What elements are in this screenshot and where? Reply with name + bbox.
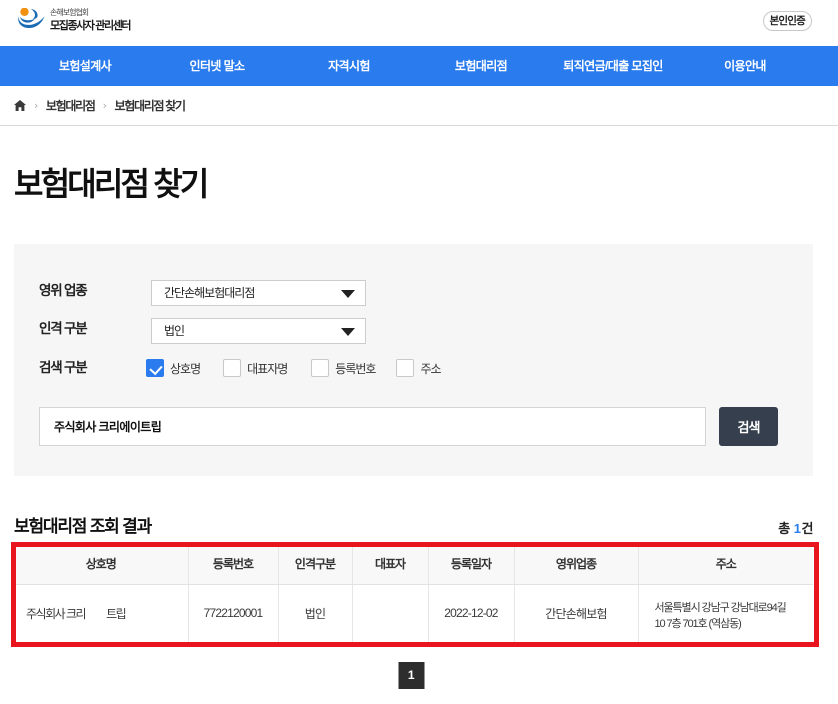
checkbox-company-name-label[interactable]: 상호명: [170, 360, 200, 377]
home-icon[interactable]: [14, 100, 26, 111]
checkbox-registration-number[interactable]: [311, 359, 329, 377]
cell-registration-number: 7722120001: [188, 584, 278, 642]
checkbox-company-name[interactable]: [146, 359, 164, 377]
checkbox-representative-name[interactable]: [223, 359, 241, 377]
address-line2: 10 7층 701호 (역삼동): [655, 617, 814, 633]
entity-type-select[interactable]: 법인: [151, 318, 366, 344]
checkbox-address-label[interactable]: 주소: [420, 360, 440, 377]
search-form-panel: 영위 업종 간단손해보험대리점 인격 구분 법인 검색 구분 상호명 대표자명 …: [14, 244, 813, 476]
breadcrumb-level1[interactable]: 보험대리점: [46, 97, 95, 114]
table-row[interactable]: 주식회사 크리 트립 7722120001 법인 2022-12-02 간단손해…: [14, 584, 813, 642]
identity-verification-button[interactable]: 본인인증: [763, 11, 812, 31]
col-header-entity-type: 인격구분: [278, 544, 352, 584]
business-type-select[interactable]: 간단손해보험대리점: [151, 280, 366, 306]
nav-item-internet-cancel[interactable]: 인터넷 말소: [151, 46, 283, 86]
table-header-row: 상호명 등록번호 인격구분 대표자 등록일자 영위업종 주소: [14, 544, 813, 584]
results-count-suffix: 건: [802, 521, 813, 536]
results-count-prefix: 총: [778, 521, 789, 536]
cell-representative: [352, 584, 428, 642]
site-header: 손해보험협회 모집종사자 관리센터 본인인증: [0, 0, 838, 46]
page-title: 보험대리점 찾기: [14, 165, 813, 203]
entity-type-label: 인격 구분: [39, 321, 86, 336]
col-header-business-type: 영위업종: [514, 544, 638, 584]
breadcrumb: › 보험대리점 › 보험대리점 찾기: [0, 86, 838, 126]
checkbox-address[interactable]: [396, 359, 414, 377]
col-header-company-name: 상호명: [14, 544, 188, 584]
nav-item-usage-guide[interactable]: 이용안내: [679, 46, 811, 86]
breadcrumb-separator-icon: ›: [103, 99, 107, 112]
pagination: 1: [12, 662, 811, 689]
entity-type-value: 법인: [164, 324, 184, 338]
search-button[interactable]: 검색: [719, 407, 778, 446]
cell-company-name: 주식회사 크리 트립: [14, 584, 188, 642]
col-header-address: 주소: [638, 544, 813, 584]
results-table: 상호명 등록번호 인격구분 대표자 등록일자 영위업종 주소 주식회사 크리 트…: [14, 544, 813, 642]
nav-item-insurance-planner[interactable]: 보험설계사: [19, 46, 151, 86]
results-table-zone: 상호명 등록번호 인격구분 대표자 등록일자 영위업종 주소 주식회사 크리 트…: [14, 544, 813, 642]
keyword-input[interactable]: [39, 407, 706, 446]
site-logo[interactable]: 손해보험협회 모집종사자 관리센터: [14, 5, 130, 35]
logo-association-name: 손해보험협회: [50, 8, 130, 17]
main-content: 보험대리점 찾기 영위 업종 간단손해보험대리점 인격 구분 법인 검색 구분 …: [14, 165, 813, 689]
breadcrumb-level2[interactable]: 보험대리점 찾기: [115, 97, 185, 114]
select-arrow-icon: [341, 328, 355, 336]
business-type-value: 간단손해보험대리점: [164, 286, 254, 300]
results-count: 총 1건: [778, 518, 813, 537]
search-type-options: 상호명 대표자명 등록번호 주소: [146, 359, 441, 377]
nav-item-pension-loan[interactable]: 퇴직연금/대출 모집인: [547, 46, 679, 86]
pagination-page-1[interactable]: 1: [398, 662, 424, 689]
col-header-registration-number: 등록번호: [188, 544, 278, 584]
logo-site-name: 모집종사자 관리센터: [50, 20, 130, 32]
business-type-label: 영위 업종: [39, 283, 86, 298]
cell-entity-type: 법인: [278, 584, 352, 642]
cell-business-type: 간단손해보험: [514, 584, 638, 642]
search-type-label: 검색 구분: [39, 360, 86, 375]
cell-registration-date: 2022-12-02: [428, 584, 514, 642]
nav-item-insurance-agency[interactable]: 보험대리점: [415, 46, 547, 86]
main-nav: 보험설계사 인터넷 말소 자격시험 보험대리점 퇴직연금/대출 모집인 이용안내: [0, 46, 838, 86]
results-title: 보험대리점 조회 결과: [14, 512, 151, 537]
logo-text: 손해보험협회 모집종사자 관리센터: [50, 5, 130, 32]
association-logo-icon: [14, 8, 46, 35]
checkbox-registration-number-label[interactable]: 등록번호: [335, 360, 375, 377]
nav-item-qualification-exam[interactable]: 자격시험: [283, 46, 415, 86]
col-header-representative: 대표자: [352, 544, 428, 584]
cell-address: 서울특별시 강남구 강남대로94길 10 7층 701호 (역삼동): [638, 584, 813, 642]
col-header-registration-date: 등록일자: [428, 544, 514, 584]
results-count-number: 1: [793, 521, 802, 536]
select-arrow-icon: [341, 290, 355, 298]
nav-menu: 보험설계사 인터넷 말소 자격시험 보험대리점 퇴직연금/대출 모집인 이용안내: [19, 46, 811, 86]
results-header-row: 보험대리점 조회 결과 총 1건: [14, 512, 813, 537]
breadcrumb-separator-icon: ›: [34, 99, 38, 112]
address-line1: 서울특별시 강남구 강남대로94길: [655, 601, 814, 617]
checkbox-representative-name-label[interactable]: 대표자명: [247, 360, 287, 377]
